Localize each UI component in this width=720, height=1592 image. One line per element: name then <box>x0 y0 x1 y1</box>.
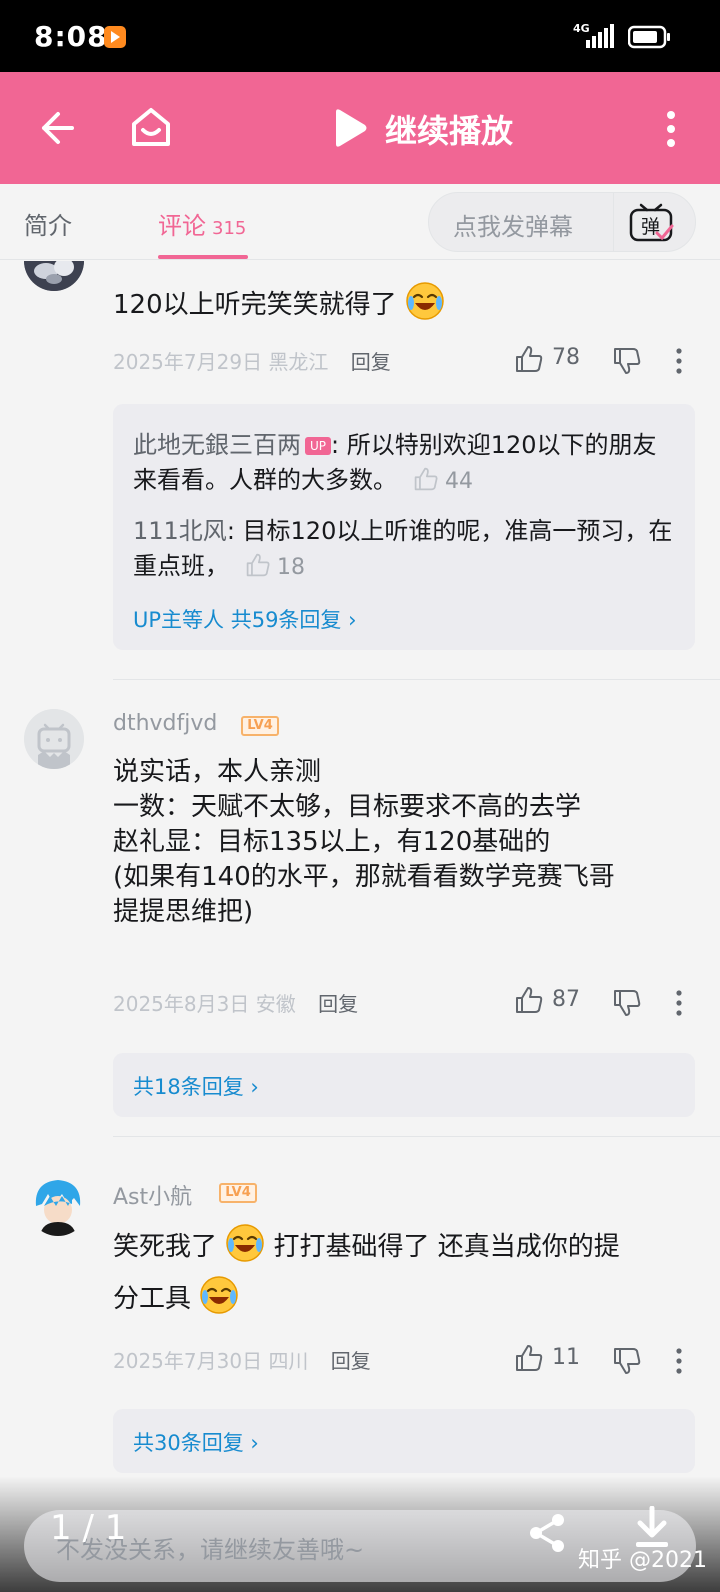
sub-reply: 111北风: 目标120以上听谁的呢，准高一预习，在重点班， 18 <box>133 514 678 585</box>
comment-count: 315 <box>212 218 247 239</box>
tab-intro[interactable]: 简介 <box>24 206 72 241</box>
tab-comments[interactable]: 评论 315 <box>158 206 246 241</box>
reply-button[interactable]: 回复 <box>351 350 391 374</box>
more-replies-link[interactable]: UP主等人 共59条回复 › <box>133 604 357 634</box>
like-count: 11 <box>552 1345 580 1370</box>
comment-more-icon[interactable] <box>675 990 683 1016</box>
comment-feed[interactable]: 120以上听完笑笑就得了 2025年7月29日 黑龙江 回复 78 此地无銀三百… <box>0 261 720 1592</box>
level-badge: LV4 <box>241 716 279 736</box>
more-replies-link[interactable]: 共30条回复 › <box>133 1427 259 1457</box>
danmu-input[interactable]: 点我发弹幕 弹 <box>428 192 696 252</box>
comment-username[interactable]: dthvdfjvd <box>113 711 217 736</box>
dislike-icon[interactable] <box>612 988 642 1018</box>
comment-text: 120以上听完笑笑就得了 <box>113 281 445 323</box>
comment-location: 黑龙江 <box>268 350 329 374</box>
share-icon[interactable] <box>526 1512 568 1554</box>
dislike-icon[interactable] <box>612 1346 642 1376</box>
sub-reply-box[interactable]: 共18条回复 › <box>113 1053 695 1117</box>
level-badge: LV4 <box>219 1183 257 1203</box>
status-bar: 8:08 4G <box>0 0 720 72</box>
avatar-image <box>24 261 84 291</box>
reply-button[interactable]: 回复 <box>318 992 358 1016</box>
comment-date: 2025年7月29日 <box>113 350 263 374</box>
like-count: 87 <box>552 987 580 1012</box>
divider <box>113 679 720 680</box>
laugh-cry-emoji-icon <box>226 1224 265 1262</box>
sub-reply: 此地无銀三百两 UP: 所以特别欢迎120以下的朋友来看看。人群的大多数。 44 <box>133 428 678 499</box>
danmu-toggle-icon[interactable]: 弹 <box>627 201 675 243</box>
sub-reply-separator: : <box>226 517 243 545</box>
play-icon[interactable] <box>332 108 368 148</box>
comment-text: 笑死我了 打打基础得了 还真当成你的提 分工具 <box>113 1221 693 1325</box>
anime-avatar-image <box>28 1176 88 1236</box>
sub-reply-separator: : <box>331 431 347 459</box>
dislike-icon[interactable] <box>612 346 642 376</box>
comment-location: 四川 <box>268 1349 309 1373</box>
signal-icon <box>586 24 614 48</box>
comment-more-icon[interactable] <box>675 1348 683 1374</box>
up-badge: UP <box>305 437 331 455</box>
back-arrow-icon[interactable] <box>36 108 76 148</box>
comment-date: 2025年8月3日 <box>113 992 250 1016</box>
sub-reply-like-count: 44 <box>445 469 473 494</box>
chevron-right-icon: › <box>348 608 357 632</box>
like-icon[interactable] <box>413 466 439 492</box>
comment-more-icon[interactable] <box>675 348 683 374</box>
laugh-cry-emoji-icon <box>200 1276 239 1314</box>
chevron-right-icon: › <box>250 1075 259 1099</box>
like-count: 78 <box>552 345 580 370</box>
avatar[interactable] <box>24 709 84 769</box>
comment-date: 2025年7月30日 <box>113 1349 263 1373</box>
like-icon[interactable] <box>245 552 271 578</box>
tab-comments-label: 评论 <box>158 212 206 240</box>
sub-reply-user[interactable]: 此地无銀三百两 <box>133 431 301 459</box>
page-counter: 1 / 1 <box>50 1508 127 1548</box>
top-bar: 继续播放 <box>0 72 720 184</box>
comment-meta: 2025年7月29日 黑龙江 回复 <box>113 346 391 375</box>
sub-reply-user[interactable]: 111北风 <box>133 517 227 545</box>
comment-meta: 2025年8月3日 安徽 回复 <box>113 988 358 1017</box>
tab-active-indicator <box>158 255 248 259</box>
default-avatar-icon <box>24 709 84 769</box>
danmu-divider <box>613 193 614 251</box>
laugh-cry-emoji-icon <box>406 282 444 320</box>
comment-location: 安徽 <box>255 992 296 1016</box>
like-icon[interactable] <box>514 985 544 1015</box>
battery-icon <box>628 25 670 49</box>
avatar[interactable] <box>28 1176 88 1236</box>
avatar[interactable] <box>24 261 84 291</box>
chevron-right-icon: › <box>250 1431 259 1455</box>
app-notification-icon <box>104 26 126 48</box>
comment-meta: 2025年7月30日 四川 回复 <box>113 1345 371 1374</box>
sub-reply-box[interactable]: 共30条回复 › <box>113 1409 695 1473</box>
sub-reply-like-count: 18 <box>277 555 305 580</box>
status-time: 8:08 <box>34 20 108 53</box>
sub-reply-box[interactable]: 此地无銀三百两 UP: 所以特别欢迎120以下的朋友来看看。人群的大多数。 44 … <box>113 404 695 650</box>
comment-username[interactable]: Ast小航 <box>113 1179 192 1211</box>
more-options-icon[interactable] <box>664 110 678 148</box>
like-icon[interactable] <box>514 1343 544 1373</box>
danmu-placeholder: 点我发弹幕 <box>453 213 573 241</box>
watermark: 知乎 @2021 <box>578 1548 707 1573</box>
reply-button[interactable]: 回复 <box>331 1349 371 1373</box>
more-replies-link[interactable]: 共18条回复 › <box>133 1071 259 1101</box>
like-icon[interactable] <box>514 344 544 374</box>
divider <box>113 1136 720 1137</box>
home-icon[interactable] <box>128 104 174 150</box>
comment-text: 说实话，本人亲测 一数：天赋不太够，目标要求不高的去学 赵礼显：目标135以上，… <box>113 757 615 927</box>
tab-bar: 简介 评论 315 点我发弹幕 弹 <box>0 184 720 260</box>
continue-play-button[interactable]: 继续播放 <box>385 106 513 152</box>
